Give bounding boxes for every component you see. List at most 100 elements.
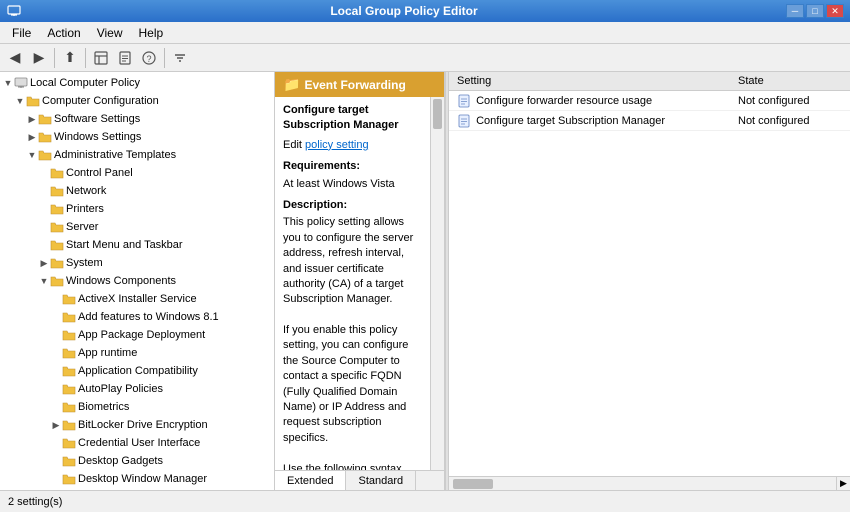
edit-policy-link[interactable]: policy setting xyxy=(305,139,369,151)
settings-hscrollbar[interactable]: ▶ xyxy=(449,476,850,490)
right-area: 📁 Event Forwarding Configure target Subs… xyxy=(275,72,850,490)
tree-arrow: ▶ xyxy=(38,203,50,215)
folder-icon xyxy=(62,346,76,360)
tree-node-server[interactable]: ▶ Server xyxy=(0,218,274,236)
tree-node-activex[interactable]: ▶ ActiveX Installer Service xyxy=(0,290,274,308)
close-button[interactable]: ✕ xyxy=(826,4,844,18)
tree-node-device-driver[interactable]: ▶ Device and Driver Compatibility xyxy=(0,488,274,490)
tree-arrow: ▶ xyxy=(50,365,62,377)
tree-arrow: ▼ xyxy=(2,77,14,89)
tree-node-control-panel[interactable]: ▶ Control Panel xyxy=(0,164,274,182)
up-button[interactable]: ⬆ xyxy=(59,47,81,69)
setting-name: Configure target Subscription Manager xyxy=(476,114,665,126)
tree-node-computer-configuration[interactable]: ▼ Computer Configuration xyxy=(0,92,274,110)
properties-button[interactable] xyxy=(114,47,136,69)
tree-arrow: ▶ xyxy=(50,419,62,431)
toolbar-separator-2 xyxy=(85,48,86,68)
tree-node-desktop-window[interactable]: ▶ Desktop Window Manager xyxy=(0,470,274,488)
tree-node-windows-components[interactable]: ▼ Windows Components xyxy=(0,272,274,290)
folder-icon xyxy=(62,382,76,396)
tree-node-software-settings[interactable]: ▶ Software Settings xyxy=(0,110,274,128)
tree-node-bitlocker[interactable]: ▶ BitLocker Drive Encryption xyxy=(0,416,274,434)
tree-label-bitlocker: BitLocker Drive Encryption xyxy=(78,419,208,431)
col-header-state[interactable]: State xyxy=(730,72,850,91)
forward-button[interactable]: ▶ xyxy=(28,47,50,69)
description-label: Description: xyxy=(283,198,422,213)
tab-extended[interactable]: Extended xyxy=(275,471,346,490)
settings-table: Setting State xyxy=(449,72,850,476)
tree-content: ▼ Local Computer Policy ▼ xyxy=(0,72,274,490)
tree-label-network: Network xyxy=(66,185,106,197)
svg-text:?: ? xyxy=(146,54,151,64)
folder-icon xyxy=(62,418,76,432)
description-panel: 📁 Event Forwarding Configure target Subs… xyxy=(275,72,445,490)
computer-icon xyxy=(14,76,28,90)
app-icon xyxy=(6,3,22,19)
desc-scrollbar[interactable] xyxy=(430,97,444,470)
tree-node-add-features[interactable]: ▶ Add features to Windows 8.1 xyxy=(0,308,274,326)
folder-icon xyxy=(62,436,76,450)
folder-icon xyxy=(26,94,40,108)
tree-node-app-compat[interactable]: ▶ Application Compatibility xyxy=(0,362,274,380)
tree-arrow: ▶ xyxy=(50,455,62,467)
tree-node-app-package[interactable]: ▶ App Package Deployment xyxy=(0,326,274,344)
menu-view[interactable]: View xyxy=(89,24,131,42)
folder-icon xyxy=(38,112,52,126)
tab-standard[interactable]: Standard xyxy=(346,471,416,490)
tree-node-desktop-gadgets[interactable]: ▶ Desktop Gadgets xyxy=(0,452,274,470)
tree-label-windows-settings: Windows Settings xyxy=(54,131,141,143)
tree-arrow: ▶ xyxy=(50,473,62,485)
tree-label-software-settings: Software Settings xyxy=(54,113,140,125)
tree-arrow: ▶ xyxy=(50,311,62,323)
folder-icon xyxy=(62,454,76,468)
col-header-setting[interactable]: Setting xyxy=(449,72,730,91)
tree-node-autoplay[interactable]: ▶ AutoPlay Policies xyxy=(0,380,274,398)
back-button[interactable]: ◀ xyxy=(4,47,26,69)
tree-node-app-runtime[interactable]: ▶ App runtime xyxy=(0,344,274,362)
show-hide-button[interactable] xyxy=(90,47,112,69)
table-row[interactable]: Configure target Subscription Manager No… xyxy=(449,111,850,131)
setting-cell: Configure forwarder resource usage xyxy=(449,91,730,111)
title-bar: Local Group Policy Editor ─ □ ✕ xyxy=(0,0,850,22)
maximize-button[interactable]: □ xyxy=(806,4,824,18)
tree-node-admin-templates[interactable]: ▼ Administrative Templates xyxy=(0,146,274,164)
menu-bar: File Action View Help xyxy=(0,22,850,44)
desc-header: 📁 Event Forwarding xyxy=(275,72,444,97)
tree-node-credential-ui[interactable]: ▶ Credential User Interface xyxy=(0,434,274,452)
tree-node-network[interactable]: ▶ Network xyxy=(0,182,274,200)
desc-header-icon: 📁 xyxy=(283,76,300,93)
tree-label-add-features: Add features to Windows 8.1 xyxy=(78,311,219,323)
folder-icon xyxy=(62,400,76,414)
table-row[interactable]: Configure forwarder resource usage Not c… xyxy=(449,91,850,111)
setting-cell: Configure target Subscription Manager xyxy=(449,111,730,131)
tree-label-app-package: App Package Deployment xyxy=(78,329,205,341)
toolbar: ◀ ▶ ⬆ ? xyxy=(0,44,850,72)
tree-arrow: ▼ xyxy=(14,95,26,107)
tree-node-windows-settings[interactable]: ▶ Windows Settings xyxy=(0,128,274,146)
tree-arrow: ▶ xyxy=(38,239,50,251)
tree-arrow: ▶ xyxy=(26,113,38,125)
tree-label-credential-ui: Credential User Interface xyxy=(78,437,200,449)
tree-node-local-computer-policy[interactable]: ▼ Local Computer Policy xyxy=(0,74,274,92)
requirements-text: At least Windows Vista xyxy=(283,177,422,192)
tree-arrow: ▶ xyxy=(26,131,38,143)
tree-arrow: ▶ xyxy=(38,221,50,233)
tree-arrow: ▶ xyxy=(50,401,62,413)
tree-label-activex: ActiveX Installer Service xyxy=(78,293,197,305)
filter-button[interactable] xyxy=(169,47,191,69)
folder-icon xyxy=(62,364,76,378)
tree-label-admin-templates: Administrative Templates xyxy=(54,149,176,161)
tree-node-start-menu[interactable]: ▶ Start Menu and Taskbar xyxy=(0,236,274,254)
tree-node-biometrics[interactable]: ▶ Biometrics xyxy=(0,398,274,416)
tree-arrow: ▼ xyxy=(26,149,38,161)
folder-icon xyxy=(50,256,64,270)
tree-node-printers[interactable]: ▶ Printers xyxy=(0,200,274,218)
menu-help[interactable]: Help xyxy=(131,24,172,42)
menu-action[interactable]: Action xyxy=(39,24,88,42)
tree-node-system[interactable]: ▶ System xyxy=(0,254,274,272)
main-layout: ▼ Local Computer Policy ▼ xyxy=(0,72,850,490)
state-cell: Not configured xyxy=(730,111,850,131)
menu-file[interactable]: File xyxy=(4,24,39,42)
help-button[interactable]: ? xyxy=(138,47,160,69)
minimize-button[interactable]: ─ xyxy=(786,4,804,18)
